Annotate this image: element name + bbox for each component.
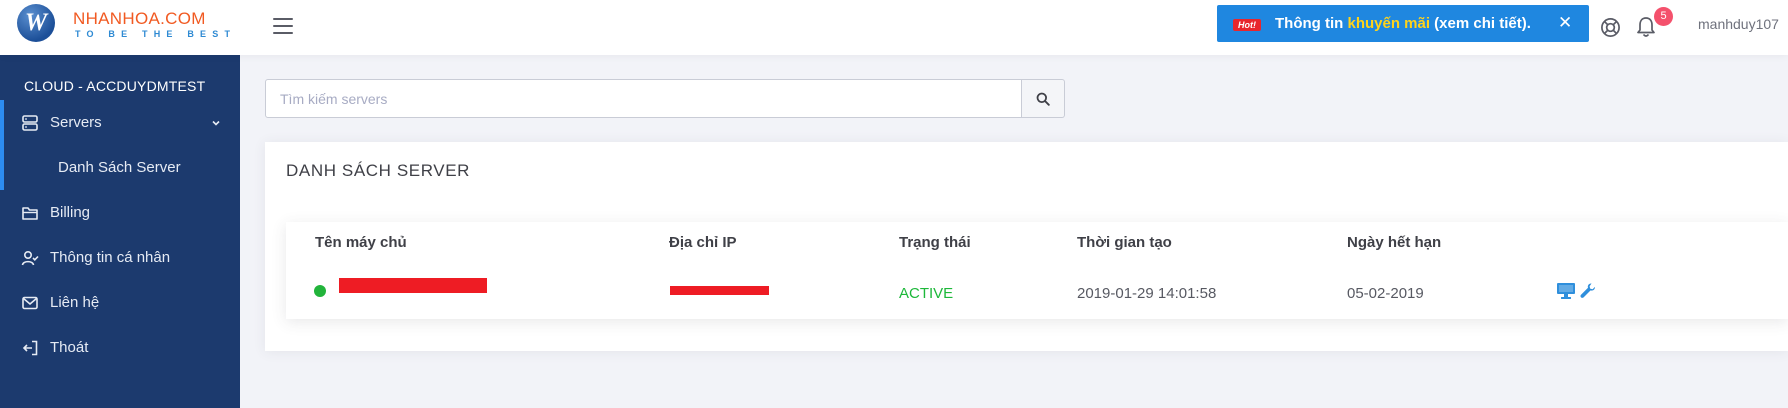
wrench-icon[interactable] [1579, 282, 1597, 300]
folder-icon [22, 207, 38, 220]
monitor-icon[interactable] [1556, 282, 1576, 300]
promo-text: Thông tin khuyến mãi (xem chi tiết). [1275, 15, 1531, 32]
user-menu[interactable]: manhduy107 [1698, 16, 1779, 32]
logo-emblem: W [17, 4, 55, 42]
column-header: Thời gian tạo [1077, 234, 1172, 251]
brand-name: NHANHOA.COM [73, 9, 206, 28]
top-header: W NHANHOA.COM TO BE THE BEST Hot! Thông … [0, 0, 1788, 55]
created-time: 2019-01-29 14:01:58 [1077, 285, 1217, 302]
column-header: Địa chỉ IP [669, 234, 737, 251]
sidebar-item-label: Billing [50, 204, 91, 221]
sidebar-item-profile[interactable]: Thông tin cá nhân [0, 236, 240, 280]
sidebar-title: CLOUD - ACCDUYDMTEST [24, 78, 206, 94]
close-icon[interactable]: ✕ [1558, 13, 1572, 33]
search-input[interactable] [265, 79, 1022, 118]
user-check-icon [21, 250, 39, 266]
server-icon [22, 115, 38, 131]
lifebuoy-icon[interactable] [1600, 17, 1621, 38]
server-table: Tên máy chủ Địa chỉ IP Trạng thái Thời g… [286, 222, 1788, 319]
column-header: Ngày hết hạn [1347, 234, 1442, 251]
sidebar-item-logout[interactable]: Thoát [0, 326, 240, 370]
chevron-down-icon [212, 120, 220, 126]
sidebar-item-label: Thoát [50, 339, 89, 356]
sidebar-item-billing[interactable]: Billing [0, 191, 240, 235]
page-title: DANH SÁCH SERVER [286, 161, 471, 180]
redacted-ip-address [670, 286, 769, 295]
status-dot [314, 285, 326, 297]
hot-badge: Hot! [1233, 19, 1261, 31]
search-icon [1036, 92, 1050, 106]
promo-banner[interactable]: Hot! Thông tin khuyến mãi (xem chi tiết)… [1217, 5, 1589, 42]
sidebar-item-servers[interactable]: Servers [0, 101, 240, 145]
sidebar-subitem-server-list[interactable]: Danh Sách Server [58, 159, 181, 176]
sidebar-item-label: Thông tin cá nhân [50, 249, 171, 266]
bell-icon[interactable] [1636, 16, 1656, 38]
brand-logo[interactable]: W NHANHOA.COM TO BE THE BEST [17, 4, 230, 52]
sidebar-item-label: Liên hệ [50, 294, 100, 311]
sidebar-item-label: Servers [50, 114, 102, 131]
logout-icon [22, 340, 38, 356]
expiry-date: 05-02-2019 [1347, 285, 1424, 302]
server-list-card: DANH SÁCH SERVER Tên máy chủ Địa chỉ IP … [265, 142, 1788, 351]
status-value: ACTIVE [899, 285, 954, 302]
sidebar: CLOUD - ACCDUYDMTEST Servers Danh Sách S… [0, 55, 240, 408]
menu-toggle-icon[interactable] [273, 18, 293, 36]
redacted-server-name [339, 278, 487, 293]
notification-badge: 5 [1654, 7, 1673, 26]
column-header: Trạng thái [899, 234, 971, 251]
search-button[interactable] [1022, 79, 1065, 118]
mail-icon [22, 296, 38, 310]
sidebar-item-contact[interactable]: Liên hệ [0, 281, 240, 325]
column-header: Tên máy chủ [315, 234, 407, 251]
brand-tagline: TO BE THE BEST [75, 29, 237, 39]
